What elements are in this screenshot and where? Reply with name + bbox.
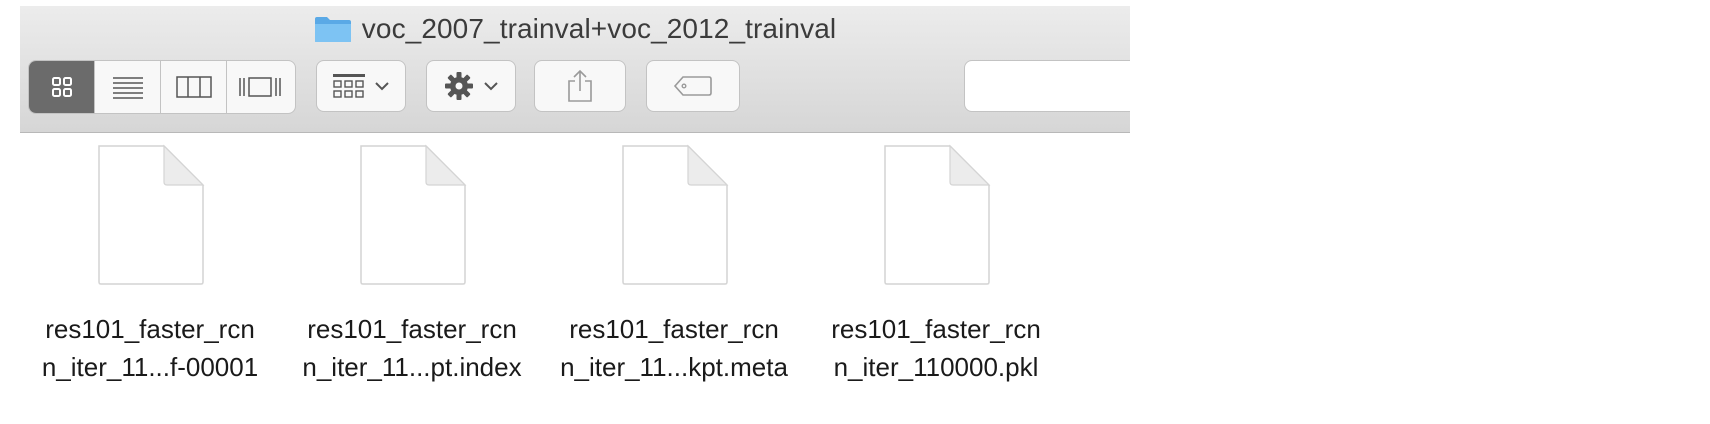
folder-icon (314, 17, 351, 42)
view-mode-segmented-control (28, 60, 296, 114)
document-icon (360, 144, 467, 285)
list-icon (112, 77, 143, 99)
file-name-line2: n_iter_11...kpt.meta (560, 352, 788, 382)
gear-icon (445, 72, 473, 100)
search-field[interactable] (964, 60, 1130, 112)
window-title: voc_2007_trainval+voc_2012_trainval (314, 13, 836, 45)
columns-icon (175, 76, 212, 98)
arrange-button[interactable] (316, 60, 406, 112)
file-name-line2: n_iter_110000.pkl (833, 352, 1039, 382)
file-name: res101_faster_rcn n_iter_11...kpt.meta (544, 310, 804, 386)
toolbar-area: voc_2007_trainval+voc_2012_trainval (20, 6, 1130, 133)
gallery-view-button[interactable] (227, 61, 293, 113)
document-icon (884, 144, 991, 285)
file-name-line1: res101_faster_rcn (831, 314, 1041, 344)
icon-view-button[interactable] (29, 61, 95, 113)
title-bar: voc_2007_trainval+voc_2012_trainval (20, 6, 1130, 52)
grid-icon (51, 77, 72, 97)
file-name-line1: res101_faster_rcn (45, 314, 255, 344)
share-icon (568, 69, 592, 102)
list-view-button[interactable] (95, 61, 161, 113)
file-name-line1: res101_faster_rcn (569, 314, 779, 344)
file-name-line2: n_iter_11...pt.index (302, 352, 522, 382)
file-name: res101_faster_rcn n_iter_11...pt.index (282, 310, 542, 386)
file-name: res101_faster_rcn n_iter_110000.pkl (806, 310, 1066, 386)
file-item[interactable]: res101_faster_rcn n_iter_11...pt.index (282, 144, 542, 414)
chevron-down-icon (375, 82, 389, 91)
arrange-grid-icon (333, 74, 365, 98)
share-button[interactable] (534, 60, 626, 112)
tags-button[interactable] (646, 60, 740, 112)
document-icon (622, 144, 729, 285)
action-button[interactable] (426, 60, 516, 112)
title-text: voc_2007_trainval+voc_2012_trainval (361, 13, 837, 44)
file-name-line2: n_iter_11...f-00001 (41, 352, 259, 382)
file-name-line1: res101_faster_rcn (307, 314, 517, 344)
finder-window: voc_2007_trainval+voc_2012_trainval res1… (20, 6, 1130, 424)
chevron-down-icon (484, 82, 498, 91)
file-item[interactable]: res101_faster_rcn n_iter_11...f-00001 (20, 144, 280, 414)
file-item[interactable]: res101_faster_rcn n_iter_110000.pkl (806, 144, 1066, 414)
document-icon (98, 144, 205, 285)
file-name: res101_faster_rcn n_iter_11...f-00001 (20, 310, 280, 386)
file-item[interactable]: res101_faster_rcn n_iter_11...kpt.meta (544, 144, 804, 414)
file-grid: res101_faster_rcn n_iter_11...f-00001 re… (20, 134, 1130, 424)
cover-flow-icon (239, 77, 281, 97)
tag-icon (673, 76, 712, 96)
column-view-button[interactable] (161, 61, 227, 113)
